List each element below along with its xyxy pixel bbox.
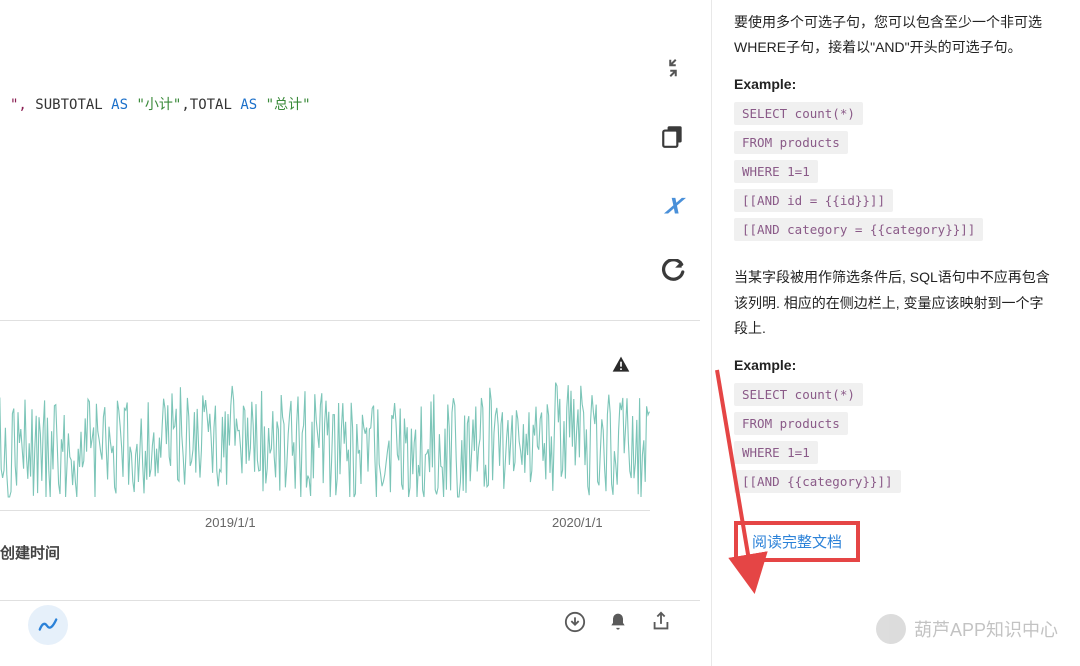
code-line: FROM products: [734, 131, 848, 154]
timeseries-chart[interactable]: [0, 355, 650, 500]
code-line: SELECT count(*): [734, 383, 863, 406]
share-icon[interactable]: [650, 611, 672, 639]
sql-text: ", SUBTOTAL AS "小计",TOTAL AS "总计": [10, 97, 311, 113]
code-line: SELECT count(*): [734, 102, 863, 125]
variable-icon[interactable]: 𝑥: [653, 184, 693, 224]
code-line: FROM products: [734, 412, 848, 435]
code-line: [[AND category = {{category}}]]: [734, 218, 983, 241]
code-example-2: SELECT count(*) FROM products WHERE 1=1 …: [734, 383, 1052, 499]
watermark-logo-icon: [876, 614, 906, 644]
example-label: Example:: [734, 76, 1052, 92]
line-chart-icon[interactable]: [28, 605, 68, 645]
copy-icon[interactable]: [653, 116, 693, 156]
help-paragraph: 当某字段被用作筛选条件后, SQL语句中不应再包含该列明. 相应的在侧边栏上, …: [734, 265, 1052, 341]
help-sidebar: 要使用多个可选子句，您可以包含至少一个非可选WHERE子句，接着以"AND"开头…: [712, 0, 1080, 666]
x-tick: 2019/1/1: [205, 515, 256, 530]
code-line: [[AND id = {{id}}]]: [734, 189, 893, 212]
help-paragraph: 要使用多个可选子句，您可以包含至少一个非可选WHERE子句，接着以"AND"开头…: [734, 10, 1052, 60]
x-tick: 2020/1/1: [552, 515, 603, 530]
bell-icon[interactable]: [608, 611, 628, 639]
code-line: WHERE 1=1: [734, 441, 818, 464]
read-more-highlight: 阅读完整文档: [734, 521, 860, 562]
editor-toolbar: 𝑥: [653, 48, 693, 292]
editor-chart-panel: ", SUBTOTAL AS "小计",TOTAL AS "总计" 𝑥: [0, 0, 712, 666]
sql-editor-line[interactable]: ", SUBTOTAL AS "小计",TOTAL AS "总计": [0, 90, 640, 118]
collapse-icon[interactable]: [653, 48, 693, 88]
chart-footer: [0, 600, 700, 648]
refresh-icon[interactable]: [653, 252, 693, 292]
x-axis-title: 创建时间: [0, 542, 60, 563]
download-icon[interactable]: [564, 611, 586, 639]
code-line: [[AND {{category}}]]: [734, 470, 901, 493]
x-axis: 2019/1/1 2020/1/1: [0, 510, 650, 535]
example-label: Example:: [734, 357, 1052, 373]
code-example-1: SELECT count(*) FROM products WHERE 1=1 …: [734, 102, 1052, 247]
code-line: WHERE 1=1: [734, 160, 818, 183]
watermark: 葫芦APP知识中心: [876, 614, 1058, 644]
read-full-docs-link[interactable]: 阅读完整文档: [752, 534, 842, 551]
watermark-text: 葫芦APP知识中心: [914, 616, 1058, 642]
